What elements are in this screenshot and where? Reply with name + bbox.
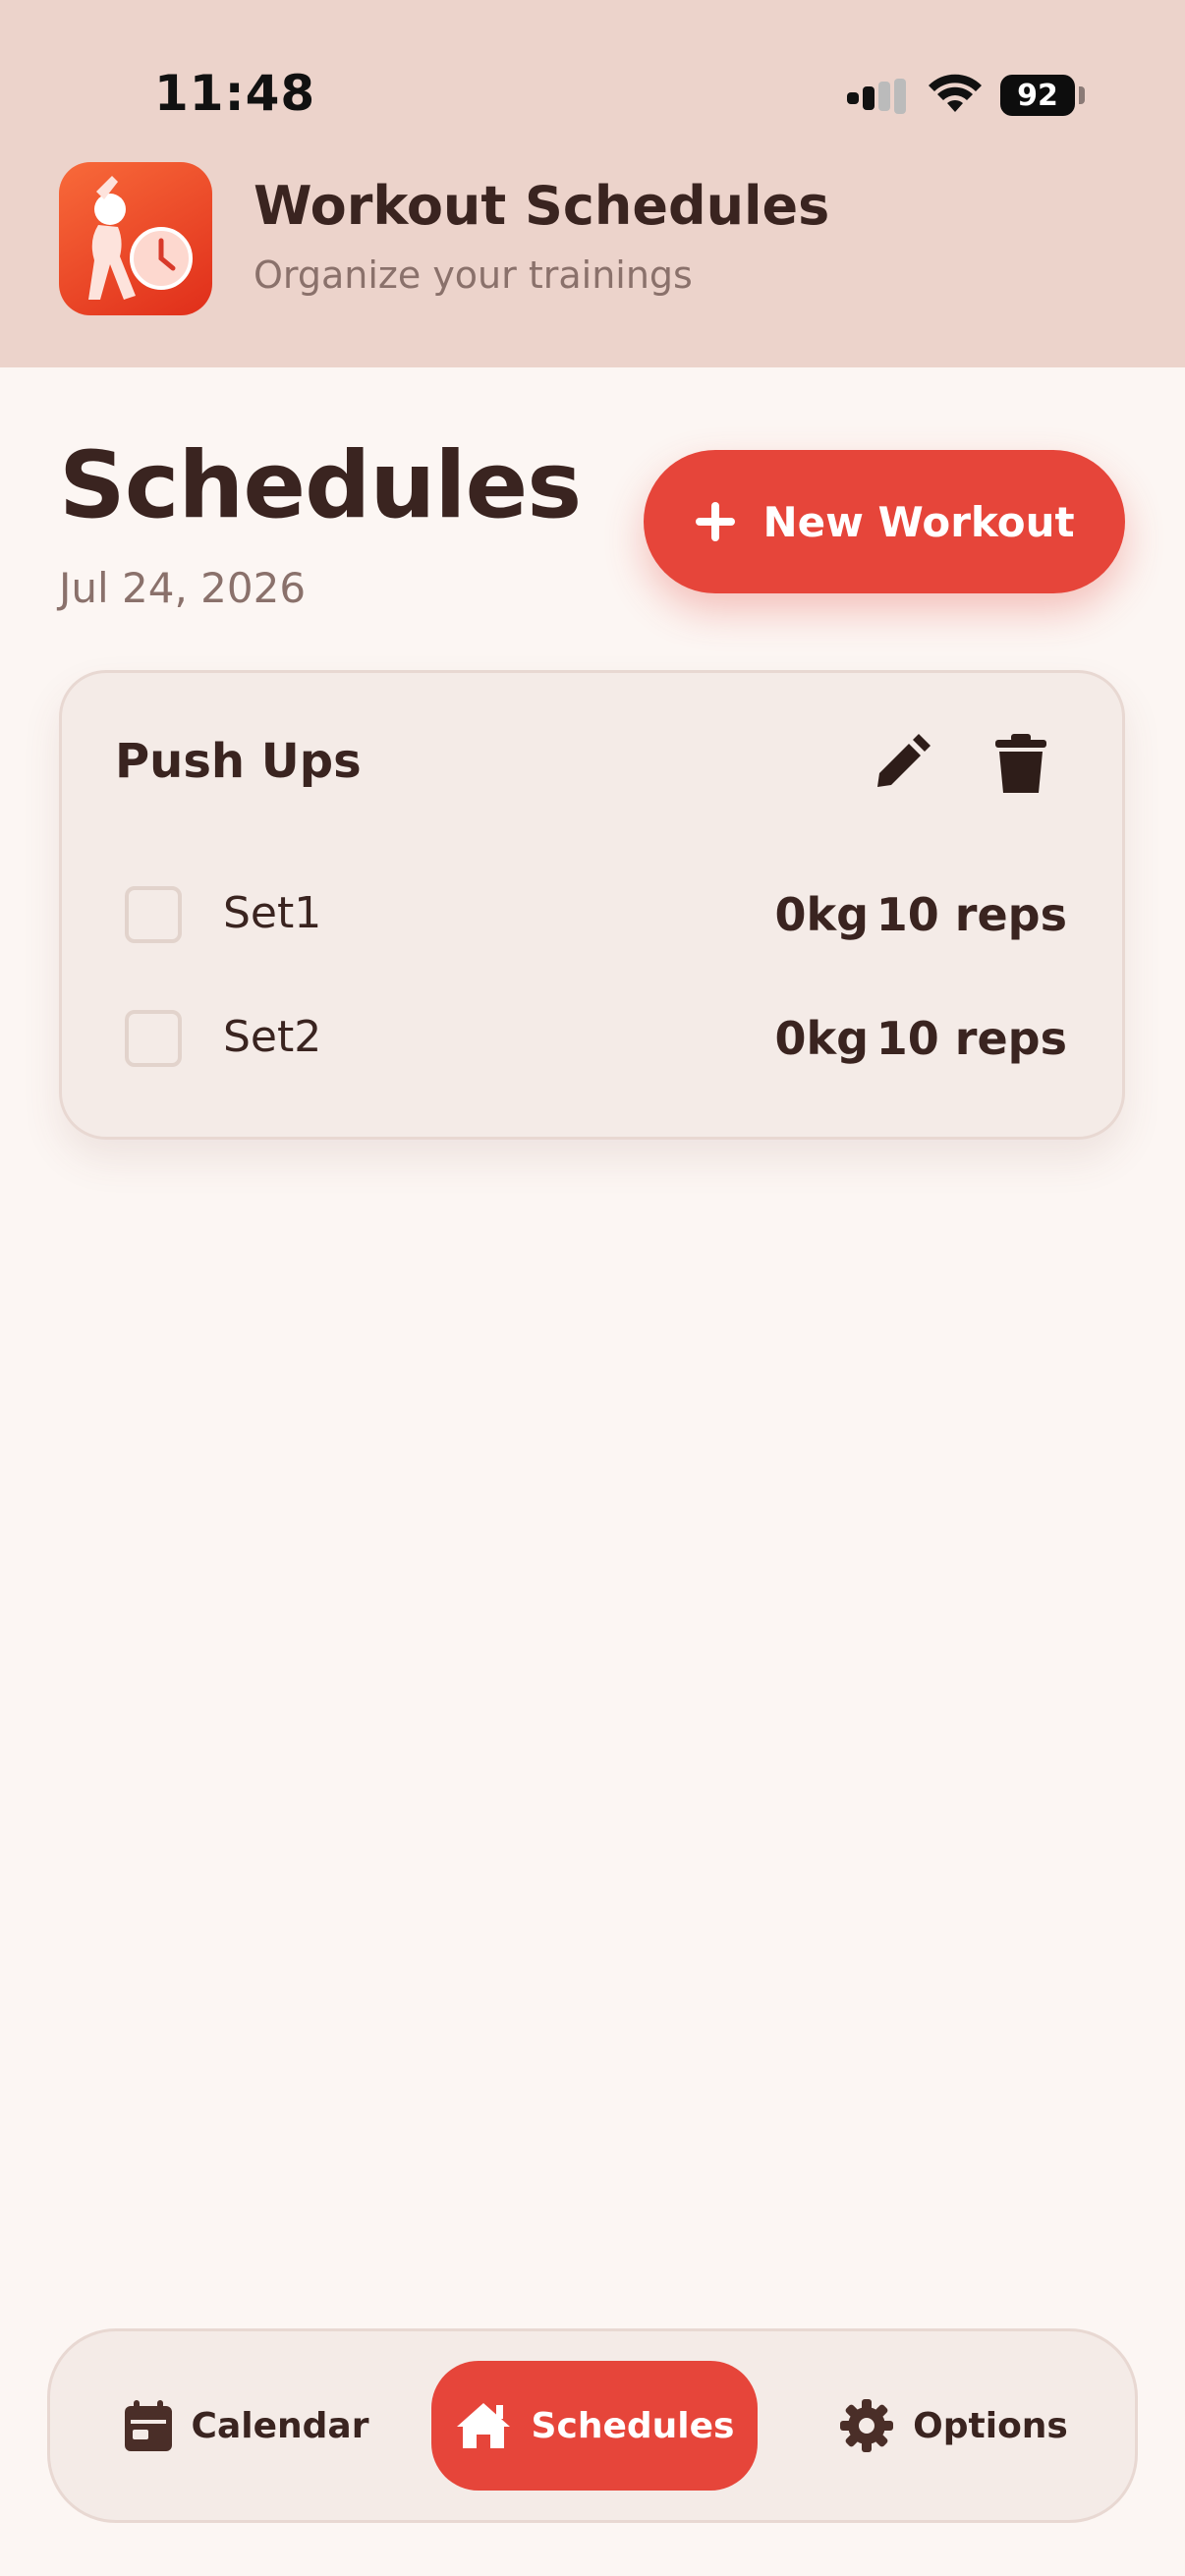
nav-calendar[interactable]: Calendar — [119, 2361, 374, 2491]
page-date: Jul 24, 2026 — [59, 564, 307, 612]
set-weight: 0kg — [774, 888, 869, 941]
set-row: Set1 0kg 10 reps — [62, 874, 1128, 953]
workout-title: Push Ups — [115, 734, 362, 789]
set-label: Set1 — [223, 888, 322, 938]
plus-icon — [696, 502, 736, 541]
bottom-nav: Calendar Schedules Options — [47, 2328, 1138, 2523]
workout-card: Push Ups Set1 0kg 10 reps Set2 0kg 10 re… — [59, 670, 1125, 1140]
page-title: Schedules — [59, 432, 582, 539]
signal-icon — [847, 79, 906, 114]
new-workout-label: New Workout — [762, 497, 1075, 546]
set-checkbox[interactable] — [125, 886, 182, 943]
gear-icon — [840, 2399, 894, 2452]
nav-options-label: Options — [913, 2405, 1068, 2446]
status-time: 11:48 — [154, 65, 316, 122]
edit-icon[interactable] — [870, 734, 931, 795]
wifi-icon — [929, 74, 982, 112]
nav-schedules[interactable]: Schedules — [431, 2361, 758, 2491]
set-label: Set2 — [223, 1012, 322, 1062]
set-reps: 10 reps — [875, 1012, 1067, 1065]
nav-options[interactable]: Options — [826, 2361, 1082, 2491]
set-row: Set2 0kg 10 reps — [62, 998, 1128, 1077]
home-icon — [456, 2403, 510, 2448]
set-reps: 10 reps — [875, 888, 1067, 941]
app-title: Workout Schedules — [254, 175, 830, 237]
set-checkbox[interactable] — [125, 1010, 182, 1067]
nav-calendar-label: Calendar — [191, 2405, 369, 2446]
nav-schedules-label: Schedules — [531, 2405, 735, 2446]
app-subtitle: Organize your trainings — [254, 253, 693, 297]
battery-cap — [1079, 86, 1085, 104]
trash-icon[interactable] — [993, 734, 1048, 795]
battery-icon: 92 — [1000, 75, 1075, 116]
calendar-icon — [124, 2400, 172, 2451]
new-workout-button[interactable]: New Workout — [644, 450, 1125, 593]
set-weight: 0kg — [774, 1012, 869, 1065]
app-header: 11:48 92 Workout Schedules Organize your… — [0, 0, 1185, 367]
workout-timer-icon — [59, 162, 212, 315]
